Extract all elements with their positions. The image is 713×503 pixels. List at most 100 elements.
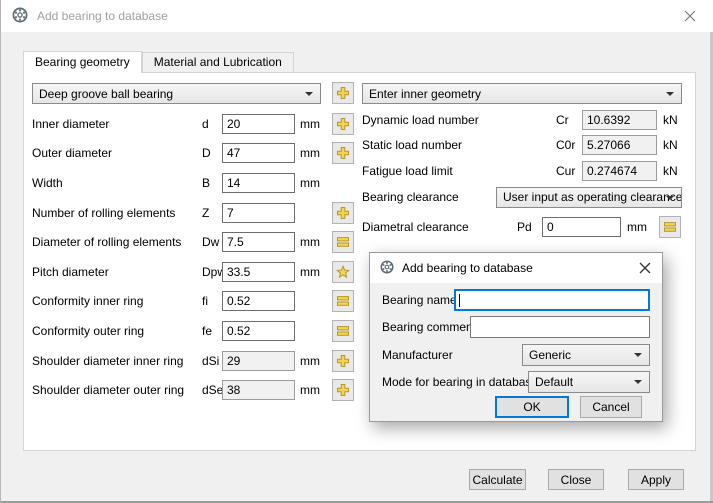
symbol-label: Dw — [202, 235, 222, 249]
geometry-row: Inner diameterdmm — [32, 109, 354, 139]
field-label: Static load number — [362, 138, 556, 152]
unit-label: mm — [295, 354, 322, 368]
symbol-label: Dpw — [202, 265, 222, 279]
dialog-close-icon[interactable] — [636, 259, 654, 277]
symbol-label: d — [202, 117, 222, 131]
tab-label: Material and Lubrication — [154, 55, 282, 69]
calculate-button[interactable]: Calculate — [469, 469, 526, 490]
equals-button-fe[interactable] — [332, 320, 354, 342]
equals-button-Pd[interactable] — [659, 216, 681, 238]
geometry-row: Diameter of rolling elementsDwmm — [32, 227, 354, 257]
manufacturer-select[interactable]: Generic — [522, 344, 650, 366]
dropdown-icon — [666, 92, 674, 96]
dropdown-icon — [634, 380, 642, 384]
field-label: Dynamic load number — [362, 113, 556, 127]
tab-label: Bearing geometry — [35, 55, 130, 69]
input-D[interactable] — [222, 143, 295, 163]
field-label: Number of rolling elements — [32, 206, 202, 220]
plus-icon — [336, 383, 350, 397]
bearing-name-input[interactable] — [454, 289, 650, 311]
db-mode-select[interactable]: Default — [528, 371, 650, 393]
ok-button[interactable]: OK — [495, 396, 569, 418]
equals-icon — [336, 235, 350, 249]
output-Cur — [582, 161, 657, 181]
equals-button-fi[interactable] — [332, 290, 354, 312]
unit-label: mm — [295, 146, 322, 160]
bearing-comment-label: Bearing comment — [382, 320, 476, 334]
main-titlebar: Add bearing to database — [1, 0, 713, 32]
geometry-row: Shoulder diameter outer ringdSemm — [32, 375, 354, 405]
field-label: Conformity inner ring — [32, 294, 202, 308]
symbol-label: Cur — [556, 164, 582, 178]
plus-icon — [336, 206, 350, 220]
input-fe[interactable] — [222, 321, 295, 341]
db-mode-value: Default — [535, 375, 573, 389]
geometry-row: WidthBmm — [32, 168, 354, 198]
load-output-rows: Dynamic load numberCrkNStatic load numbe… — [362, 107, 682, 184]
geometry-row: Outer diameterDmm — [32, 139, 354, 169]
manufacturer-label: Manufacturer — [382, 348, 453, 362]
tab-material-and-lubrication[interactable]: Material and Lubrication — [142, 52, 294, 72]
unit-label: kN — [657, 138, 678, 152]
plus-button-Z[interactable] — [332, 202, 354, 224]
main-window-title: Add bearing to database — [37, 9, 168, 23]
geometry-mode-select[interactable]: Enter inner geometry — [362, 83, 682, 104]
equals-icon — [336, 294, 350, 308]
app-icon — [380, 260, 394, 277]
main-dialog-window: Add bearing to database Bearing geometry… — [0, 0, 713, 503]
bearing-type-select[interactable]: Deep groove ball bearing — [32, 83, 321, 104]
bearing-clearance-label: Bearing clearance — [362, 190, 496, 204]
output-Cr — [582, 110, 657, 130]
add-bearing-dialog: Add bearing to database Bearing name Bea… — [369, 252, 663, 422]
geometry-mode-value: Enter inner geometry — [369, 87, 481, 101]
db-mode-label: Mode for bearing in database — [382, 375, 538, 389]
field-label: Width — [32, 176, 202, 190]
equals-icon — [336, 324, 350, 338]
unit-label: kN — [657, 113, 678, 127]
bearing-clearance-value: User input as operating clearance — [503, 190, 682, 204]
input-d[interactable] — [222, 114, 295, 134]
plus-button-D[interactable] — [332, 142, 354, 164]
tab-bearing-geometry[interactable]: Bearing geometry — [23, 51, 142, 73]
plus-button-dSi[interactable] — [332, 350, 354, 372]
cancel-button[interactable]: Cancel — [580, 396, 642, 418]
plus-icon — [336, 354, 350, 368]
symbol-label: D — [202, 146, 222, 160]
symbol-label: Z — [202, 206, 222, 220]
close-button[interactable]: Close — [548, 469, 604, 490]
field-label: Fatigue load limit — [362, 164, 556, 178]
field-label: Inner diameter — [32, 117, 202, 131]
star-button-Dpw[interactable] — [332, 261, 354, 283]
input-Dw[interactable] — [222, 232, 295, 252]
bearing-clearance-select[interactable]: User input as operating clearance — [496, 187, 682, 208]
equals-button-Dw[interactable] — [332, 231, 354, 253]
geometry-input-rows: Inner diameterdmmOuter diameterDmmWidthB… — [32, 109, 354, 405]
field-label: Outer diameter — [32, 146, 202, 160]
input-dSe — [222, 380, 295, 400]
symbol-label: B — [202, 176, 222, 190]
diametral-clearance-row: Diametral clearance Pd mm — [362, 213, 682, 241]
symbol-label: dSi — [202, 354, 222, 368]
input-fi[interactable] — [222, 291, 295, 311]
field-label: Shoulder diameter outer ring — [32, 383, 202, 397]
symbol-label: fi — [202, 294, 222, 308]
input-Pd[interactable] — [542, 217, 621, 237]
plus-button-d[interactable] — [332, 113, 354, 135]
close-icon[interactable] — [681, 7, 699, 25]
input-Dpw[interactable] — [222, 262, 295, 282]
star-icon — [336, 265, 350, 279]
unit-label: mm — [295, 265, 322, 279]
plus-button-dSe[interactable] — [332, 379, 354, 401]
bearing-clearance-row: Bearing clearance User input as operatin… — [362, 184, 682, 210]
dropdown-icon — [634, 353, 642, 357]
dialog-title: Add bearing to database — [402, 261, 533, 275]
symbol-label: C0r — [556, 138, 582, 152]
text-caret — [459, 294, 460, 307]
apply-button[interactable]: Apply — [628, 469, 684, 490]
bearing-comment-input[interactable] — [470, 316, 650, 338]
output-C0r — [582, 135, 657, 155]
field-label: Shoulder diameter inner ring — [32, 354, 202, 368]
input-B[interactable] — [222, 173, 295, 193]
plus-button-bearing-type[interactable] — [332, 82, 354, 104]
input-Z[interactable] — [222, 203, 295, 223]
